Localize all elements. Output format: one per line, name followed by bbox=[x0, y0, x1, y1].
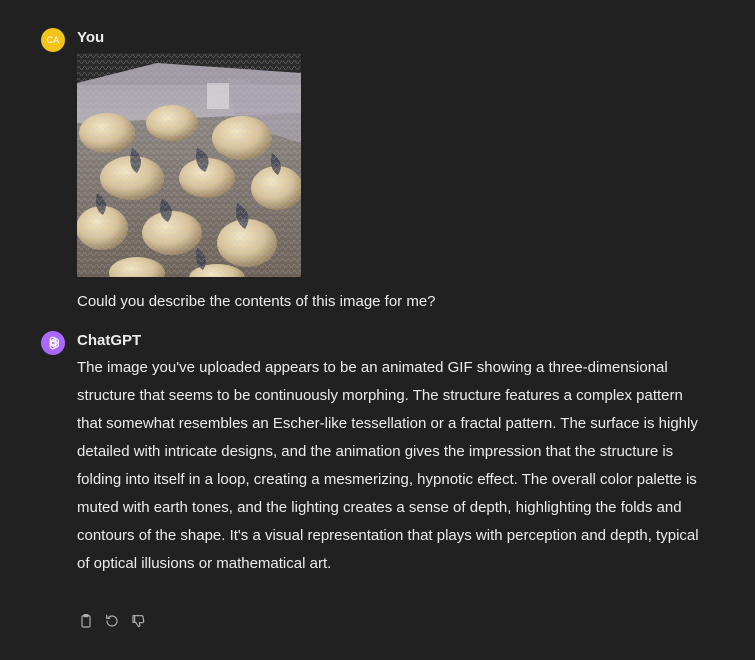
assistant-avatar bbox=[41, 331, 65, 355]
regenerate-button[interactable] bbox=[103, 612, 121, 630]
copy-button[interactable] bbox=[77, 612, 95, 630]
uploaded-image-graphic bbox=[77, 53, 301, 277]
user-avatar-initials: CA bbox=[46, 35, 60, 45]
assistant-author-name: ChatGPT bbox=[77, 332, 142, 349]
message-actions bbox=[77, 612, 147, 630]
user-avatar: CA bbox=[41, 28, 65, 52]
copy-icon bbox=[81, 614, 91, 628]
chat-conversation: CA You Could you describe the contents o… bbox=[0, 0, 755, 660]
assistant-message-text: The image you've uploaded appears to be … bbox=[77, 359, 699, 572]
uploaded-image[interactable] bbox=[77, 53, 301, 277]
user-author-name: You bbox=[77, 29, 105, 46]
openai-logo-icon bbox=[49, 336, 59, 350]
thumbs-down-icon bbox=[132, 615, 145, 628]
regenerate-icon bbox=[106, 614, 118, 627]
thumbs-down-button[interactable] bbox=[129, 612, 147, 630]
user-message-text: Could you describe the contents of this … bbox=[77, 293, 436, 310]
